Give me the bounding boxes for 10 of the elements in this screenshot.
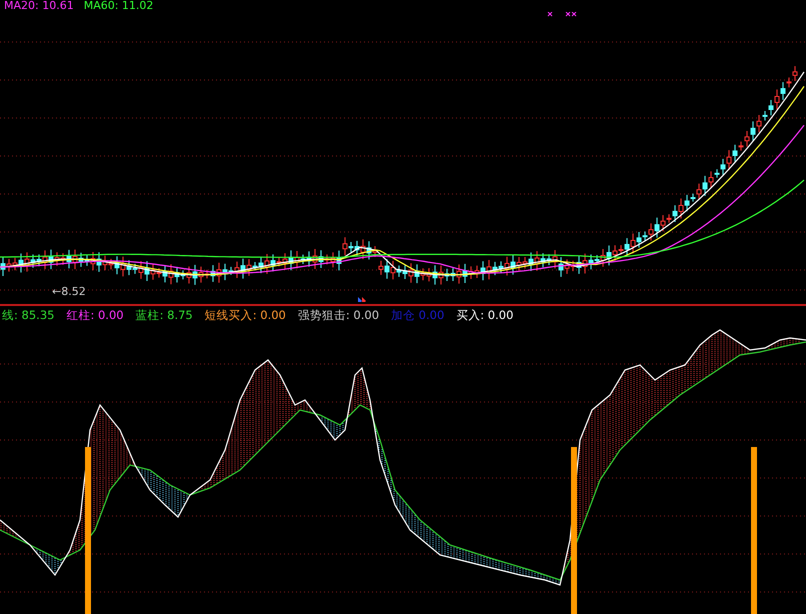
legend-value: 红柱: 0.00	[66, 307, 124, 324]
legend-value: 加仓 0.00	[391, 307, 444, 324]
legend-value: 蓝柱: 8.75	[136, 307, 193, 324]
legend-value: 强势狙击: 0.00	[298, 307, 380, 324]
legend-value: 买入: 0.00	[456, 307, 514, 324]
legend-value: 短线买入: 0.00	[204, 307, 286, 324]
legend-value: 线: 85.35	[2, 307, 54, 324]
price-label: ←8.52	[52, 286, 86, 298]
legend-value: MA60: 11.02	[84, 0, 154, 12]
legend-value: MA20: 10.61	[4, 0, 74, 12]
